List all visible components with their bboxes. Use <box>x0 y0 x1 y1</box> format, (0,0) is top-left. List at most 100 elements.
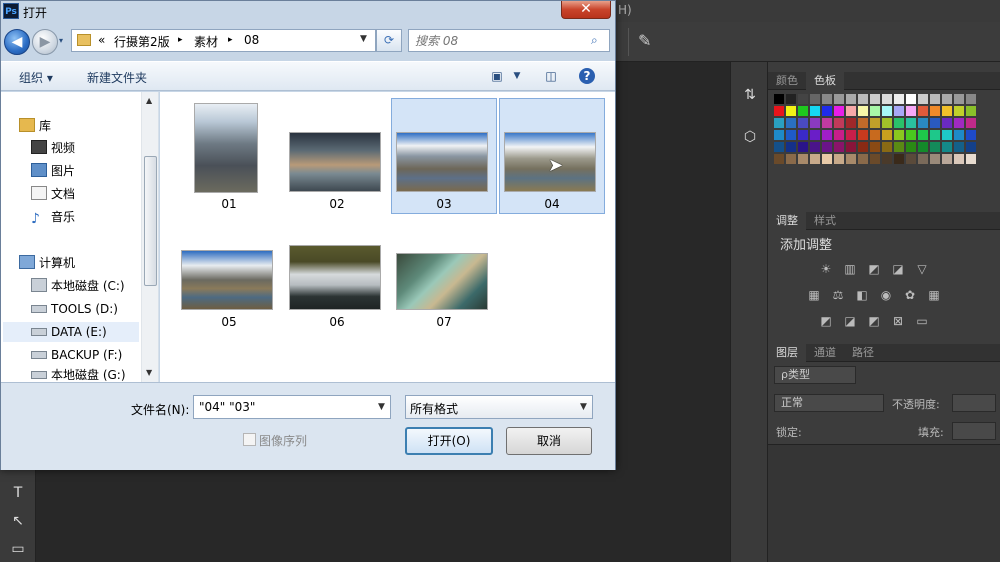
nav-pictures[interactable]: 图片 <box>31 161 75 181</box>
color-swatch[interactable] <box>786 130 796 140</box>
color-swatch[interactable] <box>918 142 928 152</box>
layer-filter-select[interactable]: ρ类型 <box>774 366 856 384</box>
color-swatch[interactable] <box>882 94 892 104</box>
history-panel-icon[interactable]: ⇅ <box>737 82 763 108</box>
color-swatch[interactable] <box>810 142 820 152</box>
color-swatch[interactable] <box>942 94 952 104</box>
bw-icon[interactable]: ◧ <box>854 288 870 302</box>
color-swatch[interactable] <box>906 130 916 140</box>
color-swatch[interactable] <box>966 130 976 140</box>
color-swatch[interactable] <box>798 94 808 104</box>
breadcrumb-item[interactable]: 素材 <box>194 33 218 50</box>
color-swatch[interactable] <box>906 106 916 116</box>
color-swatch[interactable] <box>846 142 856 152</box>
curves-icon[interactable]: ◩ <box>866 262 882 276</box>
address-dropdown-icon[interactable]: ▼ <box>360 34 367 44</box>
tab-layers[interactable]: 图层 <box>768 344 806 362</box>
tab-color[interactable]: 颜色 <box>768 72 806 90</box>
filename-field[interactable]: "04" "03" ▼ <box>193 395 391 419</box>
color-swatch[interactable] <box>870 94 880 104</box>
color-swatch[interactable] <box>942 118 952 128</box>
cancel-button[interactable]: 取消 <box>506 427 592 455</box>
rectangle-tool-icon[interactable]: ▭ <box>6 538 30 560</box>
color-swatch[interactable] <box>954 154 964 164</box>
color-swatch[interactable] <box>870 118 880 128</box>
color-swatch[interactable] <box>906 118 916 128</box>
color-swatch[interactable] <box>954 130 964 140</box>
posterize-icon[interactable]: ◪ <box>842 314 858 328</box>
breadcrumb-separator[interactable]: ▸ <box>178 35 183 45</box>
preview-pane-icon[interactable]: ◫ <box>543 68 559 84</box>
back-button[interactable]: ◀ <box>4 29 30 55</box>
balance-icon[interactable]: ⚖ <box>830 288 846 302</box>
color-swatch[interactable] <box>798 130 808 140</box>
color-swatch[interactable] <box>930 106 940 116</box>
color-swatch[interactable] <box>786 154 796 164</box>
file-item-07[interactable]: 07 <box>391 216 497 332</box>
file-item-06[interactable]: 06 <box>284 216 390 332</box>
color-swatch[interactable] <box>786 94 796 104</box>
channel-mixer-icon[interactable]: ✿ <box>902 288 918 302</box>
color-swatch[interactable] <box>918 106 928 116</box>
help-icon[interactable]: ? <box>579 68 595 84</box>
format-dropdown-icon[interactable]: ▼ <box>580 402 587 412</box>
vibrance-icon[interactable]: ▽ <box>914 262 930 276</box>
tab-adjustments[interactable]: 调整 <box>768 212 806 230</box>
color-swatch[interactable] <box>918 94 928 104</box>
nav-video[interactable]: 视频 <box>31 138 75 158</box>
lookup-icon[interactable]: ▦ <box>926 288 942 302</box>
color-swatch[interactable] <box>774 94 784 104</box>
color-swatch[interactable] <box>870 106 880 116</box>
color-swatch[interactable] <box>882 106 892 116</box>
dialog-titlebar[interactable]: Ps 打开 ✕ <box>1 1 615 23</box>
color-swatch[interactable] <box>930 130 940 140</box>
3d-panel-icon[interactable]: ⬡ <box>737 124 763 150</box>
search-input[interactable] <box>415 32 585 49</box>
tab-channels[interactable]: 通道 <box>806 344 844 362</box>
scroll-thumb[interactable] <box>144 156 157 286</box>
scroll-down-icon[interactable]: ▼ <box>146 368 152 377</box>
format-select[interactable]: 所有格式 ▼ <box>405 395 593 419</box>
color-swatch[interactable] <box>918 118 928 128</box>
file-item-03[interactable]: 03 <box>391 98 497 214</box>
selective-color-icon[interactable]: ▭ <box>914 314 930 328</box>
color-swatch[interactable] <box>858 154 868 164</box>
color-swatch[interactable] <box>846 106 856 116</box>
nav-drive-g[interactable]: 本地磁盘 (G:) <box>31 368 126 382</box>
breadcrumb-item[interactable]: 08 <box>244 33 259 47</box>
color-swatch[interactable] <box>822 106 832 116</box>
color-swatch[interactable] <box>906 94 916 104</box>
color-swatch[interactable] <box>822 130 832 140</box>
color-swatch[interactable] <box>966 118 976 128</box>
invert-icon[interactable]: ◩ <box>818 314 834 328</box>
file-item-05[interactable]: 05 <box>176 216 282 332</box>
color-swatch[interactable] <box>798 154 808 164</box>
color-swatch[interactable] <box>798 142 808 152</box>
close-button[interactable]: ✕ <box>561 1 611 19</box>
color-swatch[interactable] <box>834 130 844 140</box>
color-swatch[interactable] <box>858 142 868 152</box>
color-swatch[interactable] <box>846 130 856 140</box>
nav-computer[interactable]: 计算机 <box>19 253 75 273</box>
color-swatch[interactable] <box>954 94 964 104</box>
color-swatch[interactable] <box>810 118 820 128</box>
refresh-button[interactable]: ⟳ <box>376 29 402 52</box>
image-sequence-checkbox[interactable] <box>243 433 256 446</box>
view-options-icon[interactable]: ▣ <box>489 68 505 84</box>
color-swatch[interactable] <box>846 118 856 128</box>
nav-scrollbar[interactable]: ▲ ▼ <box>141 92 158 382</box>
new-folder-button[interactable]: 新建文件夹 <box>87 69 147 86</box>
color-swatch[interactable] <box>822 142 832 152</box>
file-item-01[interactable]: 01 <box>176 98 282 214</box>
color-swatch[interactable] <box>894 106 904 116</box>
filename-dropdown-icon[interactable]: ▼ <box>378 402 385 412</box>
color-swatch[interactable] <box>870 154 880 164</box>
file-item-02[interactable]: 02 <box>284 98 390 214</box>
threshold-icon[interactable]: ◩ <box>866 314 882 328</box>
brush-icon[interactable]: ✎ <box>638 31 658 51</box>
breadcrumb-separator[interactable]: ▸ <box>228 35 233 45</box>
color-swatch[interactable] <box>774 118 784 128</box>
tab-paths[interactable]: 路径 <box>844 344 882 362</box>
nav-drive-c[interactable]: 本地磁盘 (C:) <box>31 276 125 296</box>
breadcrumb-prefix[interactable]: « <box>98 33 105 47</box>
